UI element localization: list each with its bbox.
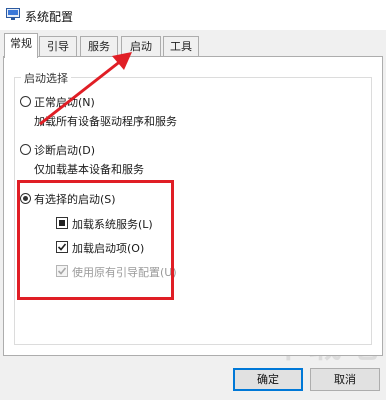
normal-startup-radio[interactable] (20, 96, 31, 107)
diagnostic-startup-desc: 仅加载基本设备和服务 (34, 163, 144, 176)
tab-boot[interactable]: 引导 (39, 36, 77, 56)
window-title: 系统配置 (25, 10, 74, 24)
diagnostic-startup-label[interactable]: 诊断启动(D) (34, 142, 95, 158)
cancel-button[interactable]: 取消 (310, 368, 380, 391)
group-legend: 启动选择 (21, 70, 71, 86)
tab-tools[interactable]: 工具 (163, 36, 199, 56)
tab-services[interactable]: 服务 (80, 36, 118, 56)
title-bar: 系统配置 (0, 0, 386, 30)
tab-startup[interactable]: 启动 (121, 36, 161, 56)
highlight-box (17, 180, 174, 300)
system-config-icon (6, 8, 20, 20)
ok-button[interactable]: 确定 (233, 368, 303, 391)
normal-startup-desc: 加载所有设备驱动程序和服务 (34, 115, 177, 128)
tab-general[interactable]: 常规 (4, 33, 38, 58)
diagnostic-startup-radio[interactable] (20, 144, 31, 155)
normal-startup-label[interactable]: 正常启动(N) (34, 94, 95, 110)
